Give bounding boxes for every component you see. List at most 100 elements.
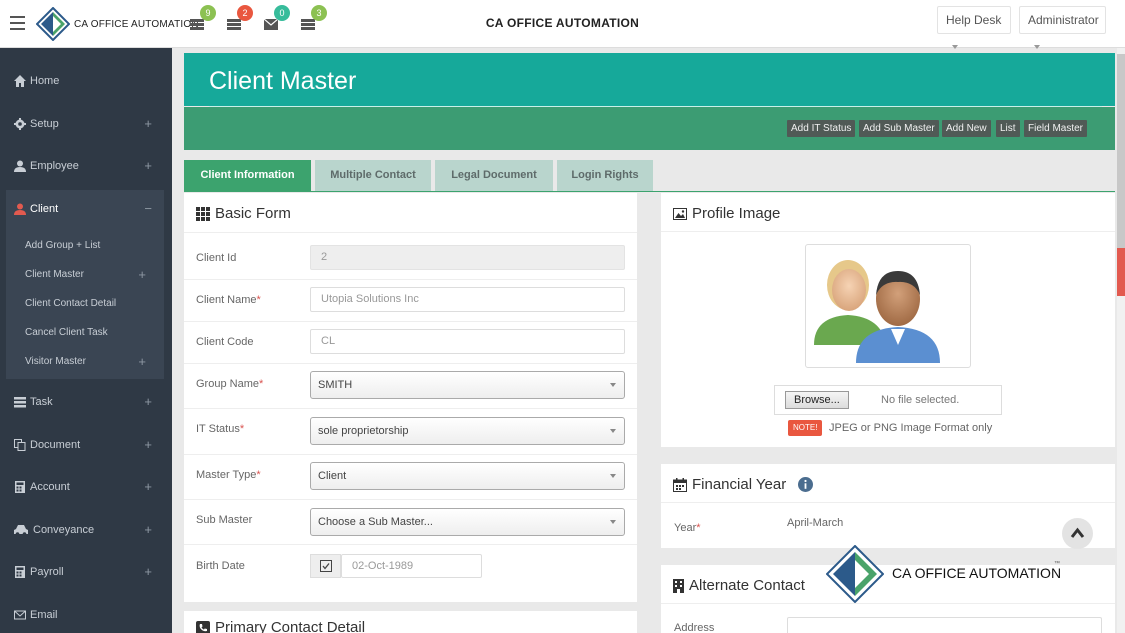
car-icon	[14, 524, 28, 536]
expand-icon: +	[144, 394, 152, 409]
sidebar-item-label: Payroll	[30, 566, 64, 578]
file-input[interactable]: Browse... No file selected.	[774, 385, 1002, 415]
sidebar-item-label: Conveyance	[33, 524, 94, 536]
list-button[interactable]: List	[996, 120, 1020, 137]
client-code-input[interactable]: CL	[310, 329, 625, 354]
sidebar-subitem-client-contact[interactable]: Client Contact Detail	[25, 298, 116, 309]
field-master-button[interactable]: Field Master	[1024, 120, 1087, 137]
client-name-input[interactable]: Utopia Solutions Inc	[310, 287, 625, 312]
sidebar-subitem-add-group[interactable]: Add Group + List	[25, 240, 100, 251]
expand-icon: +	[144, 522, 152, 537]
master-type-row: Master Type* Client	[184, 454, 637, 499]
page-header: Client Master	[184, 53, 1115, 106]
brand-watermark: CA OFFICE AUTOMATION ™	[826, 545, 1066, 603]
sidebar-subitem-cancel-task[interactable]: Cancel Client Task	[25, 327, 108, 338]
panel-title-text: Alternate Contact	[689, 577, 805, 594]
master-type-label-text: Master Type	[196, 469, 256, 481]
profile-image-title: Profile Image	[673, 205, 780, 222]
sidebar-subitem-client-master[interactable]: Client Master	[25, 269, 84, 280]
sidebar-item-label: Document	[30, 439, 80, 451]
helpdesk-label: Help Desk	[946, 13, 1001, 27]
sidebar-item-label: Client	[30, 203, 58, 215]
sidebar-item-label: Task	[30, 396, 53, 408]
helpdesk-dropdown[interactable]: Help Desk	[937, 6, 1011, 34]
page-scrollbar[interactable]	[1117, 48, 1125, 633]
panel-divider	[661, 231, 1115, 232]
tab-multiple-contact[interactable]: Multiple Contact	[315, 160, 431, 191]
page-title: Client Master	[209, 67, 356, 96]
add-sub-master-button[interactable]: Add Sub Master	[859, 120, 939, 137]
master-type-value: Client	[318, 470, 346, 482]
gear-icon	[14, 118, 26, 130]
group-name-value: SMITH	[318, 379, 352, 391]
user-label: Administrator	[1028, 13, 1099, 27]
user-dropdown[interactable]: Administrator	[1019, 6, 1106, 34]
scrollbar-marker	[1117, 248, 1125, 296]
grid-icon	[196, 207, 210, 221]
sidebar-subitem-visitor-master[interactable]: Visitor Master	[25, 356, 86, 367]
sub-master-label: Sub Master	[196, 514, 252, 526]
expand-icon: +	[144, 116, 152, 131]
primary-contact-title: Primary Contact Detail	[196, 619, 365, 633]
birth-date-input[interactable]: 02-Oct-1989	[341, 554, 482, 578]
calendar-addon[interactable]	[310, 554, 341, 578]
scrollbar-thumb[interactable]	[1117, 54, 1125, 250]
building-icon	[673, 579, 684, 593]
address-label: Address	[674, 622, 714, 633]
calendar-check-icon	[320, 560, 332, 572]
picture-icon	[673, 207, 687, 221]
chevron-up-icon	[1070, 527, 1085, 539]
master-type-label: Master Type*	[196, 469, 261, 481]
panel-title-text: Financial Year	[692, 476, 786, 493]
sidebar-item-home[interactable]: Home	[0, 65, 172, 97]
chevron-down-icon	[1034, 45, 1040, 49]
tab-legal-document[interactable]: Legal Document	[435, 160, 553, 191]
client-name-row: Client Name* Utopia Solutions Inc	[184, 279, 637, 321]
browse-button[interactable]: Browse...	[785, 391, 849, 409]
sidebar-item-setup[interactable]: Setup +	[0, 108, 172, 140]
calendar-icon	[673, 478, 687, 492]
sub-master-row: Sub Master Choose a Sub Master...	[184, 499, 637, 544]
sidebar-item-email[interactable]: Email	[0, 599, 172, 631]
panel-title-text: Basic Form	[215, 205, 291, 222]
chevron-down-icon	[610, 520, 616, 524]
expand-icon: +	[144, 437, 152, 452]
address-input[interactable]	[787, 617, 1102, 633]
add-it-status-button[interactable]: Add IT Status	[787, 120, 855, 137]
sidebar-item-payroll[interactable]: Payroll +	[0, 556, 172, 588]
sidebar-item-document[interactable]: Document +	[0, 429, 172, 461]
tab-client-information[interactable]: Client Information	[184, 160, 311, 191]
info-icon[interactable]	[798, 477, 813, 492]
sidebar-item-label: Employee	[30, 160, 79, 172]
group-name-select[interactable]: SMITH	[310, 371, 625, 399]
sidebar-item-account[interactable]: Account +	[0, 471, 172, 503]
sidebar-item-label: Home	[30, 75, 59, 87]
scroll-to-top-button[interactable]	[1062, 518, 1093, 549]
group-name-row: Group Name* SMITH	[184, 363, 637, 408]
sidebar-item-conveyance[interactable]: Conveyance +	[0, 514, 172, 546]
panel-divider	[661, 603, 1115, 604]
required-mark: *	[696, 522, 700, 534]
sidebar-item-employee[interactable]: Employee +	[0, 150, 172, 182]
master-type-select[interactable]: Client	[310, 462, 625, 490]
panel-title-text: Profile Image	[692, 205, 780, 222]
sidebar-item-label: Setup	[30, 118, 59, 130]
sidebar-item-client[interactable]: Client −	[0, 193, 172, 225]
collapse-icon: −	[144, 201, 152, 216]
note-text: JPEG or PNG Image Format only	[829, 422, 992, 434]
tasks-icon	[14, 396, 26, 408]
client-id-row: Client Id 2	[184, 232, 637, 279]
sub-master-select[interactable]: Choose a Sub Master...	[310, 508, 625, 536]
it-status-select[interactable]: sole proprietorship	[310, 417, 625, 445]
required-mark: *	[256, 469, 260, 481]
sidebar-item-task[interactable]: Task +	[0, 386, 172, 418]
group-name-label: Group Name*	[196, 378, 263, 390]
add-new-button[interactable]: Add New	[942, 120, 991, 137]
chevron-down-icon	[610, 383, 616, 387]
calculator-icon	[14, 481, 26, 493]
year-label-text: Year	[674, 522, 696, 534]
tab-login-rights[interactable]: Login Rights	[557, 160, 653, 191]
financial-year-title: Financial Year	[673, 476, 813, 493]
alternate-contact-title: Alternate Contact	[673, 577, 805, 594]
copy-icon	[14, 439, 26, 451]
